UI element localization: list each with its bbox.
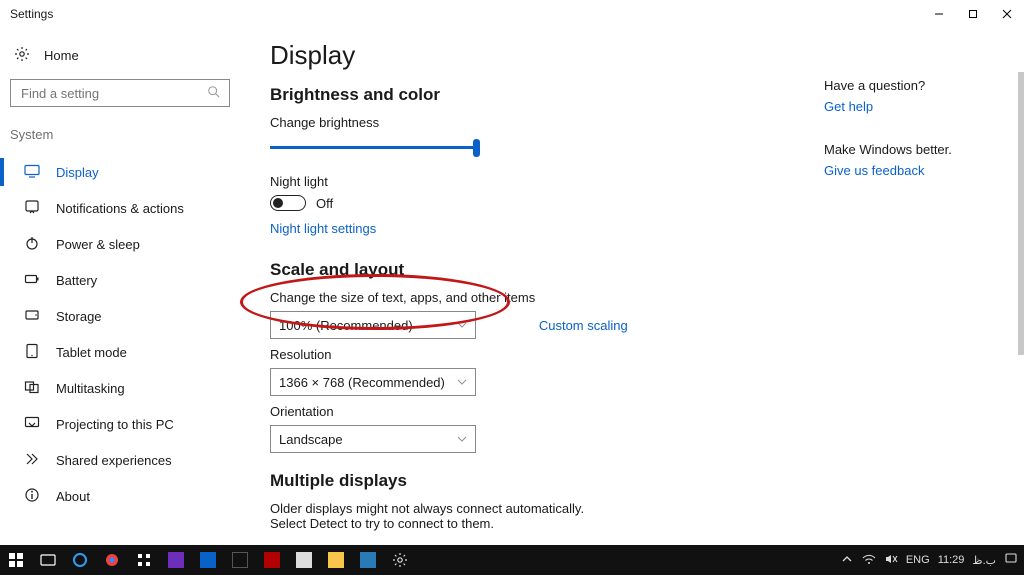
- multiple-desc: Older displays might not always connect …: [270, 501, 610, 531]
- sidebar-item-label: About: [56, 489, 90, 504]
- search-input[interactable]: [19, 85, 207, 102]
- resolution-label: Resolution: [270, 347, 820, 362]
- feedback-link[interactable]: Give us feedback: [824, 163, 924, 178]
- shared-icon: [24, 451, 40, 470]
- resolution-select[interactable]: 1366 × 768 (Recommended): [270, 368, 476, 396]
- date-suffix: ب.ظ: [972, 554, 996, 567]
- scale-label: Change the size of text, apps, and other…: [270, 290, 535, 305]
- section-multiple: Multiple displays: [270, 471, 820, 491]
- minimize-button[interactable]: [922, 0, 956, 28]
- app-tile-2[interactable]: [192, 545, 224, 575]
- chevron-down-icon: [457, 432, 467, 447]
- filezilla-icon[interactable]: [256, 545, 288, 575]
- storage-icon: [24, 307, 40, 326]
- section-scale: Scale and layout: [270, 260, 820, 280]
- night-light-settings-link[interactable]: Night light settings: [270, 221, 376, 236]
- sidebar-item-label: Notifications & actions: [56, 201, 184, 216]
- sidebar-item-label: Battery: [56, 273, 97, 288]
- resolution-value: 1366 × 768 (Recommended): [279, 375, 445, 390]
- clock[interactable]: 11:29: [938, 554, 965, 566]
- sidebar-item-multitasking[interactable]: Multitasking: [10, 370, 230, 406]
- sidebar-item-tablet[interactable]: Tablet mode: [10, 334, 230, 370]
- main-content: Display Brightness and color Change brig…: [240, 28, 824, 545]
- close-button[interactable]: [990, 0, 1024, 28]
- chevron-down-icon: [457, 375, 467, 390]
- vertical-scrollbar[interactable]: [1018, 72, 1024, 543]
- orientation-select[interactable]: Landscape: [270, 425, 476, 453]
- orientation-value: Landscape: [279, 432, 343, 447]
- night-light-label: Night light: [270, 174, 820, 189]
- sidebar-item-power[interactable]: Power & sleep: [10, 226, 230, 262]
- explorer-icon[interactable]: [320, 545, 352, 575]
- sidebar-item-projecting[interactable]: Projecting to this PC: [10, 406, 230, 442]
- task-icon[interactable]: [128, 545, 160, 575]
- taskbar: ENG 11:29 ب.ظ: [0, 545, 1024, 575]
- sidebar-item-storage[interactable]: Storage: [10, 298, 230, 334]
- volume-muted-icon[interactable]: [884, 552, 898, 569]
- scale-value: 100% (Recommended): [279, 318, 413, 333]
- home-label: Home: [44, 48, 79, 63]
- chevron-down-icon: [457, 318, 467, 333]
- sidebar-item-label: Projecting to this PC: [56, 417, 174, 432]
- tablet-icon: [24, 343, 40, 362]
- sidebar-item-battery[interactable]: Battery: [10, 262, 230, 298]
- section-brightness: Brightness and color: [270, 85, 820, 105]
- tray-chevron-icon[interactable]: [840, 552, 854, 569]
- sidebar-item-label: Multitasking: [56, 381, 125, 396]
- sidebar-item-display[interactable]: Display: [10, 154, 230, 190]
- notepad-icon[interactable]: [288, 545, 320, 575]
- titlebar: Settings: [0, 0, 1024, 28]
- brightness-label: Change brightness: [270, 115, 820, 130]
- brightness-slider[interactable]: [270, 136, 480, 160]
- sidebar-item-shared[interactable]: Shared experiences: [10, 442, 230, 478]
- projecting-icon: [24, 415, 40, 434]
- get-help-link[interactable]: Get help: [824, 99, 873, 114]
- info-icon: [24, 487, 40, 506]
- notifications-icon: [24, 199, 40, 218]
- app-tile-3[interactable]: [224, 545, 256, 575]
- page-title: Display: [270, 40, 820, 71]
- sidebar-item-label: Tablet mode: [56, 345, 127, 360]
- chrome-icon[interactable]: [96, 545, 128, 575]
- sidebar-item-about[interactable]: About: [10, 478, 230, 514]
- search-icon: [207, 85, 221, 102]
- wifi-icon[interactable]: [862, 552, 876, 569]
- battery-icon: [24, 271, 40, 290]
- task-view-button[interactable]: [32, 545, 64, 575]
- multitasking-icon: [24, 379, 40, 398]
- orientation-label: Orientation: [270, 404, 820, 419]
- edge-icon[interactable]: [64, 545, 96, 575]
- power-icon: [24, 235, 40, 254]
- search-box[interactable]: [10, 79, 230, 107]
- gear-icon: [14, 46, 30, 65]
- make-better: Make Windows better.: [824, 142, 1012, 157]
- language-indicator[interactable]: ENG: [906, 554, 930, 566]
- display-icon: [24, 163, 40, 182]
- sidebar-item-label: Storage: [56, 309, 102, 324]
- sidebar-item-label: Power & sleep: [56, 237, 140, 252]
- home-link[interactable]: Home: [10, 42, 230, 79]
- night-light-state: Off: [316, 196, 333, 211]
- action-center-icon[interactable]: [1004, 552, 1018, 569]
- sidebar-item-label: Shared experiences: [56, 453, 172, 468]
- maximize-button[interactable]: [956, 0, 990, 28]
- settings-taskbar-icon[interactable]: [384, 545, 416, 575]
- scale-select[interactable]: 100% (Recommended): [270, 311, 476, 339]
- start-button[interactable]: [0, 545, 32, 575]
- window-title: Settings: [10, 7, 53, 21]
- sidebar-item-label: Display: [56, 165, 99, 180]
- sidebar: Home System Display Notifications & acti…: [0, 28, 240, 545]
- night-light-toggle[interactable]: [270, 195, 306, 211]
- app-tile-1[interactable]: [160, 545, 192, 575]
- custom-scaling-link[interactable]: Custom scaling: [539, 318, 628, 333]
- category-header: System: [10, 127, 230, 142]
- slider-thumb[interactable]: [473, 139, 480, 157]
- right-rail: Have a question? Get help Make Windows b…: [824, 28, 1024, 545]
- app-tile-4[interactable]: [352, 545, 384, 575]
- sidebar-item-notifications[interactable]: Notifications & actions: [10, 190, 230, 226]
- have-question: Have a question?: [824, 78, 1012, 93]
